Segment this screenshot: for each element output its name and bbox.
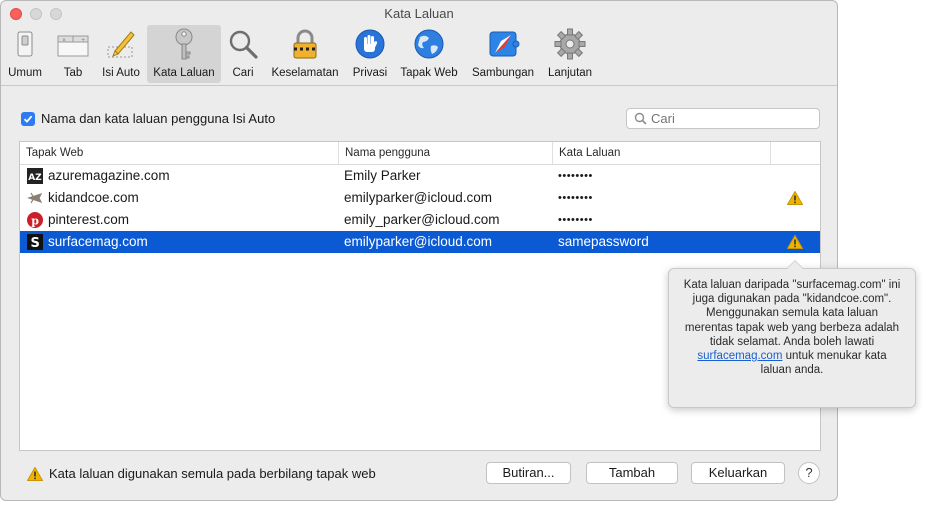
tab-label: Lanjutan (547, 67, 593, 79)
gear-icon (554, 28, 586, 60)
autofill-checkbox-row[interactable]: Nama dan kata laluan pengguna Isi Auto (21, 111, 275, 126)
tab-label: Isi Auto (102, 67, 140, 79)
website-cell: pinterest.com (48, 212, 130, 227)
autofill-label: Nama dan kata laluan pengguna Isi Auto (41, 111, 276, 126)
switch-icon (17, 31, 33, 57)
az-favicon-icon: AZ (27, 168, 43, 184)
username-cell: emilyparker@icloud.com (344, 190, 492, 205)
details-button[interactable]: Butiran... (486, 462, 571, 484)
hand-icon (355, 29, 385, 59)
username-cell: emily_parker@icloud.com (344, 212, 500, 227)
lock-icon (293, 29, 317, 59)
password-cell: •••••••• (558, 214, 593, 226)
tabs-icon: × + (57, 35, 89, 57)
search-icon (634, 112, 647, 125)
column-header-website[interactable]: Tapak Web (20, 142, 338, 164)
svg-text:S: S (31, 236, 40, 250)
zoom-button[interactable] (50, 8, 62, 20)
title-bar: Kata Laluan (1, 1, 837, 23)
popover-link[interactable]: surfacemag.com (697, 350, 782, 362)
table-header: Tapak Web Nama pengguna Kata Laluan (20, 142, 820, 165)
tab-label: Umum (8, 67, 42, 79)
pencil-icon (107, 31, 135, 58)
globe-icon (414, 29, 444, 59)
checkmark-icon (23, 115, 33, 123)
tab-kata-laluan[interactable]: Kata Laluan (147, 25, 221, 83)
close-button[interactable] (10, 8, 22, 20)
window-title: Kata Laluan (384, 6, 454, 21)
plane-favicon-icon (27, 192, 43, 204)
puzzle-icon (489, 31, 520, 57)
tab-isi-auto[interactable]: Isi Auto (97, 25, 145, 83)
column-header-warning (770, 142, 820, 164)
username-cell: emilyparker@icloud.com (344, 234, 492, 249)
warning-icon[interactable] (787, 191, 803, 205)
preferences-toolbar: Umum × + Tab Isi Auto Kata Laluan Cari K… (1, 23, 837, 86)
search-field[interactable] (626, 108, 820, 129)
table-row[interactable]: kidandcoe.com emilyparker@icloud.com •••… (20, 187, 820, 209)
remove-button[interactable]: Keluarkan (691, 462, 785, 484)
minimize-button[interactable] (30, 8, 42, 20)
password-cell: •••••••• (558, 170, 593, 182)
tab-privasi[interactable]: Privasi (347, 25, 393, 83)
table-row-selected[interactable]: S surfacemag.com emilyparker@icloud.com … (20, 231, 820, 253)
table-row[interactable]: p pinterest.com emily_parker@icloud.com … (20, 209, 820, 231)
tab-sambungan[interactable]: Sambungan (467, 25, 539, 83)
tab-label: Privasi (352, 67, 388, 79)
column-header-password[interactable]: Kata Laluan (552, 142, 770, 164)
column-header-username[interactable]: Nama pengguna (338, 142, 552, 164)
tab-cari[interactable]: Cari (225, 25, 261, 83)
password-cell: •••••••• (558, 192, 593, 204)
tab-label: Sambungan (471, 67, 535, 79)
add-button[interactable]: Tambah (586, 462, 678, 484)
website-cell: surfacemag.com (48, 234, 148, 249)
tab-label: Cari (232, 67, 254, 79)
search-icon (229, 30, 258, 59)
svg-text:×: × (62, 38, 66, 44)
popover-text-before: Kata laluan daripada "surfacemag.com" in… (683, 279, 901, 348)
svg-text:AZ: AZ (28, 173, 42, 183)
svg-text:p: p (31, 214, 39, 227)
reuse-warning: Kata laluan digunakan semula pada berbil… (27, 466, 376, 481)
reuse-warning-text: Kata laluan digunakan semula pada berbil… (49, 466, 376, 481)
tab-label: Tab (63, 67, 83, 79)
popover-arrow (786, 260, 804, 269)
warning-icon[interactable] (787, 235, 803, 249)
autofill-checkbox[interactable] (21, 111, 35, 126)
reused-password-popover: Kata laluan daripada "surfacemag.com" in… (668, 260, 916, 408)
tab-tapak-web[interactable]: Tapak Web (395, 25, 463, 83)
tab-tab[interactable]: × + Tab (53, 25, 93, 83)
svg-text:+: + (81, 38, 85, 44)
tab-label: Keselamatan (271, 67, 339, 79)
preferences-window: Kata Laluan Umum × + Tab Isi Auto Kata L… (0, 0, 838, 501)
tab-label: Tapak Web (400, 67, 458, 79)
password-cell: samepassword (558, 234, 649, 249)
s-favicon-icon: S (27, 234, 43, 250)
search-input[interactable] (651, 109, 811, 128)
website-cell: kidandcoe.com (48, 190, 139, 205)
help-button[interactable]: ? (798, 462, 820, 484)
key-icon (175, 28, 193, 60)
tab-lanjutan[interactable]: Lanjutan (541, 25, 599, 83)
warning-icon (27, 466, 43, 481)
tab-label: Kata Laluan (153, 67, 215, 79)
pinterest-favicon-icon: p (27, 212, 43, 228)
username-cell: Emily Parker (344, 168, 421, 183)
website-cell: azuremagazine.com (48, 168, 170, 183)
tab-keselamatan[interactable]: Keselamatan (265, 25, 345, 83)
table-row[interactable]: AZ azuremagazine.com Emily Parker ••••••… (20, 165, 820, 187)
tab-umum[interactable]: Umum (7, 25, 43, 83)
